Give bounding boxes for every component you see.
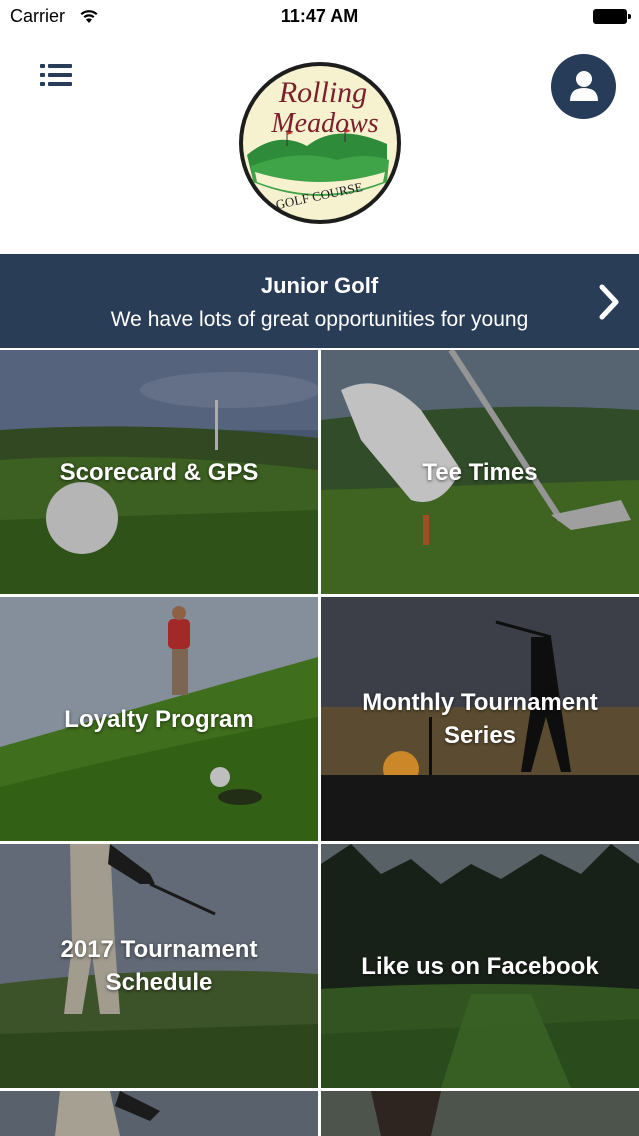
tile-label: Like us on Facebook (361, 953, 599, 980)
menu-grid: Scorecard & GPS Tee Times Loyalty Progra… (0, 348, 639, 1136)
rolling-meadows-logo: Rolling Meadows GOLF COURSE (239, 62, 401, 224)
tile-label: Loyalty Program (64, 706, 254, 733)
tile-bottom-left[interactable] (0, 1091, 318, 1136)
golfer-image (0, 1091, 318, 1136)
tile-bottom-right[interactable] (321, 1091, 639, 1136)
profile-button[interactable] (551, 54, 616, 119)
tile-facebook[interactable]: Like us on Facebook (321, 844, 639, 1088)
tile-label: 2017 Tournament Schedule (60, 936, 258, 996)
chevron-right-icon (599, 284, 619, 320)
banner-subtitle: We have lots of great opportunities for … (110, 308, 529, 331)
logo-text-rolling: Rolling (278, 76, 367, 109)
tile-label: Scorecard & GPS (59, 459, 259, 486)
list-icon (40, 64, 72, 86)
golfer-image (321, 1091, 639, 1136)
tile-loyalty-program[interactable]: Loyalty Program (0, 597, 318, 841)
tile-monthly-tournament-series[interactable]: Monthly Tournament Series (321, 597, 639, 841)
battery-icon (593, 9, 631, 24)
app-header: Rolling Meadows GOLF COURSE (0, 34, 639, 254)
status-time: 11:47 AM (280, 6, 359, 26)
banner-title: Junior Golf (260, 273, 379, 298)
status-bar: Carrier 11:47 AM (0, 0, 639, 34)
tile-tournament-schedule[interactable]: 2017 Tournament Schedule (0, 844, 318, 1088)
tile-label: Monthly Tournament Series (362, 689, 598, 749)
tile-label: Tee Times (422, 459, 538, 486)
user-icon (570, 71, 598, 101)
tile-scorecard-gps[interactable]: Scorecard & GPS (0, 350, 318, 594)
logo-text-meadows: Meadows (270, 108, 378, 139)
menu-button[interactable] (38, 62, 74, 92)
junior-golf-banner[interactable]: Junior Golf We have lots of great opport… (0, 254, 639, 348)
tile-tee-times[interactable]: Tee Times (321, 350, 639, 594)
